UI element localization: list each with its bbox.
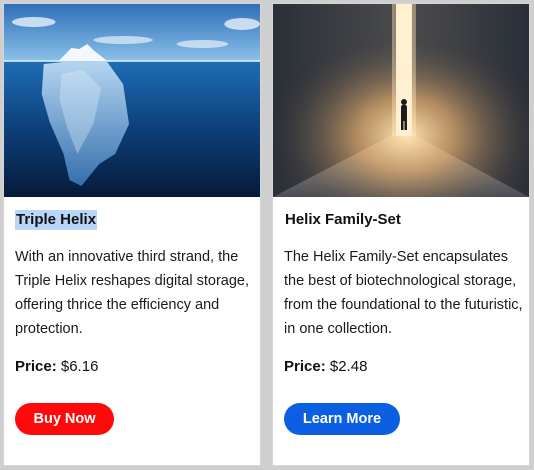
product-description: With an innovative third strand, the Tri… [15, 249, 249, 337]
product-description: The Helix Family-Set encapsulates the be… [284, 249, 523, 337]
product-card-helix-family-set: Helix Family-Set The Helix Family-Set en… [272, 3, 530, 466]
iceberg-image [4, 4, 260, 197]
product-title: Triple Helix [15, 210, 98, 230]
price-value: $2.48 [329, 358, 368, 375]
light-doorway-illustration [273, 4, 529, 197]
buy-now-button[interactable]: Buy Now [15, 403, 114, 435]
price-label: Price: [15, 358, 57, 375]
product-price: Price: $2.48 [284, 357, 367, 377]
product-title: Helix Family-Set [285, 211, 401, 228]
price-label: Price: [284, 358, 326, 375]
product-grid: Triple Helix With an innovative third st… [0, 0, 534, 470]
product-price: Price: $6.16 [15, 357, 98, 377]
iceberg-illustration [4, 4, 260, 197]
learn-more-button[interactable]: Learn More [284, 403, 400, 435]
light-doorway-image [273, 4, 529, 197]
price-value: $6.16 [60, 358, 99, 375]
product-card-triple-helix: Triple Helix With an innovative third st… [3, 3, 261, 466]
